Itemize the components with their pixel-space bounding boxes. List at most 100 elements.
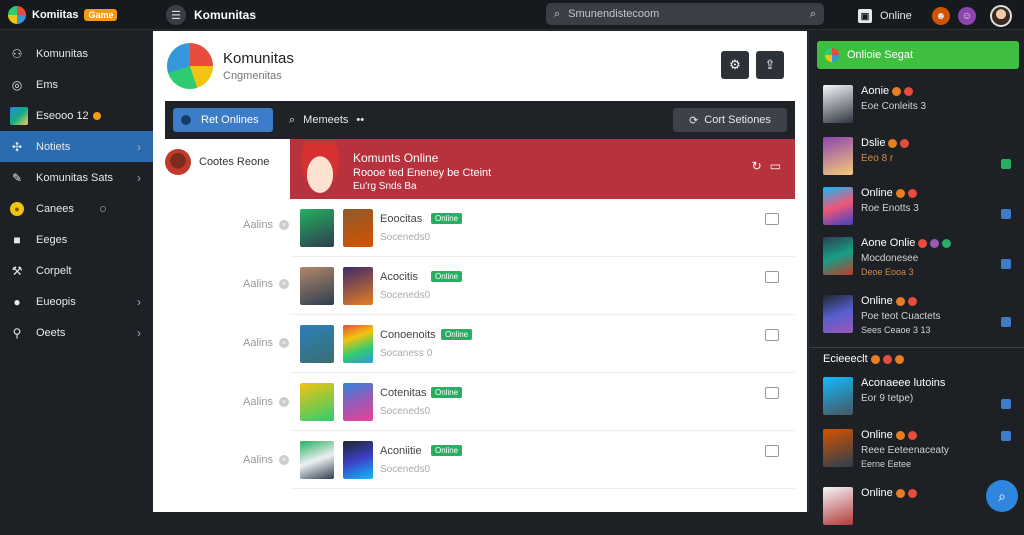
list-item[interactable]: Aconaeee lutoins Eor 9 tetpe) [809,371,1019,425]
search-submit-icon[interactable]: ⌕ [810,8,816,21]
help-button[interactable]: ⌕ [986,480,1018,512]
list-item-name: Online [861,487,893,499]
list-item-sub: Mocdonesee [861,253,919,264]
table-row[interactable]: Conoenoits Online Socaness 0 [290,315,795,373]
sidebar-item-eseooo[interactable]: Eseooo 12 [0,100,153,131]
sidebar-item-eeges[interactable]: ■ Eeges [0,224,153,255]
message-icon[interactable] [765,329,779,341]
share-button[interactable]: ⇪ [756,51,784,79]
list-item[interactable]: Online Reee Eeteenaceaty Eerne Eetee [809,423,1019,477]
sort-settings-button[interactable]: ⟳ Cort Setiones [673,108,787,132]
status-dot [900,138,910,148]
status-badge: Online [441,329,473,340]
page-title: Komunitas [194,8,257,22]
message-icon[interactable] [765,445,779,457]
game-thumbnail [343,441,373,479]
sidebar-item-komunitas-sats[interactable]: ✎ Komunitas Sats › [0,162,153,193]
indicator-dot-icon [99,205,106,212]
online-filter-button[interactable]: Ret Onlines [173,108,273,132]
list-item-label: Aalins [243,337,273,349]
avatar [300,267,334,305]
coin-icon: ● [10,201,24,216]
close-icon[interactable]: × [279,455,289,465]
status-icon[interactable]: ▣ [858,9,872,23]
featured-card[interactable]: Komunts Online Roooe ted Eneney be Ctein… [290,139,795,199]
status-dot [895,430,905,440]
share-icon: ⇪ [764,57,776,72]
list-item-title: Aone Onlie [861,237,952,249]
list-item-name: Online [861,187,893,199]
message-icon[interactable] [765,271,779,283]
close-icon[interactable]: × [279,220,289,230]
list-item[interactable]: Aalins × [165,396,289,408]
image-icon [10,106,28,125]
avatar [823,237,853,275]
close-icon[interactable]: × [279,279,289,289]
table-row[interactable]: Cotenitas Online Soceneds0 [290,373,795,431]
list-item[interactable]: Aalins × [165,219,289,231]
friends-icon[interactable]: ☺ [957,7,976,25]
table-row[interactable]: Aconiitie Online Soceneds0 [290,431,795,489]
list-item-title: Dslie [861,137,910,149]
left-member-list: Cootes Reone Aalins × Aalins × Aalins × Aal… [165,147,289,466]
avatar [823,429,853,467]
online-indicator [1001,399,1011,409]
close-icon[interactable]: × [279,338,289,348]
settings-button[interactable]: ⚙ [721,51,749,79]
row-subtitle: Soceneds0 [380,464,431,475]
sidebar-item-corpelt[interactable]: ⚒ Corpelt [0,255,153,286]
list-item[interactable]: Aone Onlie Mocdonesee Deoe Eooa 3 [809,231,1019,285]
table-row[interactable]: Eoocitas Online Soceneds0 [290,199,795,257]
list-item-label: Aalins [243,396,273,408]
search-input[interactable] [568,8,802,20]
notifications-icon[interactable]: ☻ [931,7,950,25]
status-dot [918,238,928,248]
sidebar-item-label: Corpelt [36,264,72,277]
list-item[interactable]: Cootes Reone [165,147,289,177]
list-item-label: Aalins [243,219,273,231]
list-item-title: Online [861,429,917,441]
top-actions: ▣ Online ☻ ☺ [858,5,1012,27]
message-icon[interactable] [765,213,779,225]
table-row[interactable]: Acocitis Online Soceneds0 [290,257,795,315]
list-item[interactable]: Online Roe Enotts 3 [809,181,1019,235]
menu-toggle-button[interactable]: ☰ [166,5,186,25]
sidebar-item-oeets[interactable]: ⚲ Oeets › [0,317,153,348]
list-item[interactable]: Dslie Eeo 8 r [809,131,1019,185]
list-item-meta: Sees Ceaoe 3 13 [861,325,931,335]
list-item[interactable]: Aalins × [165,278,289,290]
user-avatar[interactable] [989,5,1012,27]
list-item[interactable]: Aalins × [165,454,289,466]
sidebar-item-ems[interactable]: ◎ Ems [0,69,153,100]
window-icon[interactable]: ▭ [770,159,781,173]
sidebar-item-eueopis[interactable]: ● Eueopis › [0,286,153,317]
online-panel: Onlioie Segat Aonie Eoe Conleits 3 Dslie… [808,31,1024,525]
game-thumbnail [343,267,373,305]
brand[interactable]: Komiitas Game [8,6,118,24]
avatar [823,295,853,333]
activity-feed: Komunts Online Roooe ted Eneney be Ctein… [290,139,795,489]
list-item-title: Online [861,487,917,499]
status-badge: Online [431,387,463,398]
wrench-icon: ⚒ [11,263,23,278]
sidebar-item-canees[interactable]: ● Canees [0,193,153,224]
featured-title: Komunts Online [353,151,439,165]
members-search-button[interactable]: ⌕ Memeets •• [289,114,364,127]
message-icon[interactable] [765,387,779,399]
sidebar-item-komunitas[interactable]: ⚇ Komunitas [0,38,153,69]
close-icon[interactable]: × [279,397,289,407]
sidebar-item-label: Canees [36,202,74,215]
list-item[interactable]: Online Poe teot Cuactets Sees Ceaoe 3 13 [809,289,1019,343]
list-item-sub: Reee Eeteenaceaty [861,445,949,456]
pin-icon: ⚲ [12,325,22,340]
status-dot [895,296,905,306]
status-dot [870,354,880,364]
sidebar-item-label: Eeges [36,233,68,246]
online-panel-header[interactable]: Onlioie Segat [817,41,1019,69]
sidebar-item-notiets[interactable]: ✣ Notiets › [0,131,153,162]
search-bar[interactable]: ⌕ ⌕ [546,3,824,25]
sidebar-item-label: Eueopis [36,295,76,308]
list-item[interactable]: Aonie Eoe Conleits 3 [809,79,1019,133]
list-item[interactable]: Aalins × [165,337,289,349]
refresh-icon[interactable]: ↻ [752,159,762,173]
